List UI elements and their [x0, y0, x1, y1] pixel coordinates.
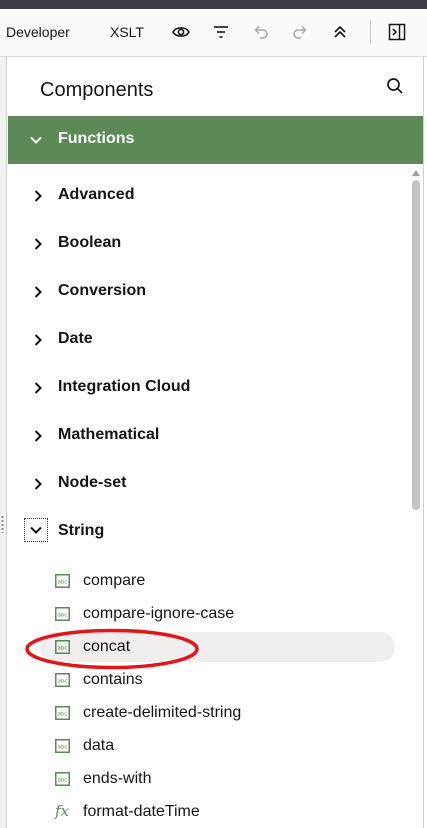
- tree-item-conversion[interactable]: Conversion: [8, 268, 408, 316]
- function-label: ends-with: [83, 770, 152, 787]
- panel-left-border: [6, 57, 7, 828]
- tree-item-integration-cloud[interactable]: Integration Cloud: [8, 364, 408, 412]
- tree-item-advanced[interactable]: Advanced: [8, 172, 408, 220]
- chevron-right-icon: [34, 382, 42, 394]
- chevron-right-icon: [34, 430, 42, 442]
- tree-item-label: Integration Cloud: [58, 378, 191, 395]
- svg-text:abc: abc: [58, 679, 68, 685]
- eye-icon[interactable]: [171, 22, 191, 42]
- window-top-strip: [0, 0, 427, 9]
- abc-icon: abc: [55, 673, 70, 687]
- abc-icon: abc: [55, 739, 70, 753]
- tree-item-boolean[interactable]: Boolean: [8, 220, 408, 268]
- functions-section-header[interactable]: Functions: [8, 116, 423, 164]
- function-label: contains: [83, 671, 143, 688]
- tree-item-label: Boolean: [58, 234, 122, 251]
- undo-icon[interactable]: [251, 22, 271, 42]
- tree-item-label: Date: [58, 330, 93, 347]
- scrollbar-thumb[interactable]: [412, 180, 420, 510]
- abc-icon: abc: [55, 706, 70, 720]
- function-item-create-delimited-string[interactable]: abc create-delimited-string: [40, 698, 395, 728]
- panel-toggle-icon[interactable]: [387, 22, 407, 42]
- function-item-compare-ignore-case[interactable]: abc compare-ignore-case: [40, 599, 395, 629]
- chevron-right-icon: [34, 238, 42, 250]
- tree-item-node-set[interactable]: Node-set: [8, 460, 408, 508]
- chevron-right-icon: [34, 478, 42, 490]
- tree-item-label: String: [58, 522, 105, 539]
- function-item-data[interactable]: abc data: [40, 731, 395, 761]
- function-item-ends-with[interactable]: abc ends-with: [40, 764, 395, 794]
- function-label: data: [83, 737, 115, 754]
- tree-item-string[interactable]: String: [8, 508, 408, 556]
- functions-section-label: Functions: [58, 130, 135, 147]
- svg-text:abc: abc: [58, 778, 68, 784]
- toolbar-separator: [370, 20, 371, 44]
- drag-handle-icon[interactable]: [1, 515, 4, 533]
- function-label: create-delimited-string: [83, 704, 242, 721]
- chevron-right-icon: [34, 286, 42, 298]
- tree-item-mathematical[interactable]: Mathematical: [8, 412, 408, 460]
- tree-item-label: Mathematical: [58, 426, 160, 443]
- collapse-all-icon[interactable]: [330, 22, 350, 42]
- svg-text:abc: abc: [58, 712, 68, 718]
- toolbar: Developer XSLT: [0, 9, 427, 57]
- fx-icon: fx: [55, 802, 70, 820]
- chevron-down-icon: [30, 136, 42, 144]
- svg-text:abc: abc: [58, 613, 68, 619]
- chevron-right-icon: [34, 190, 42, 202]
- search-icon[interactable]: [385, 76, 405, 96]
- tree-item-label: Conversion: [58, 282, 147, 299]
- svg-text:abc: abc: [58, 745, 68, 751]
- filter-icon[interactable]: [211, 22, 231, 42]
- tree-item-date[interactable]: Date: [8, 316, 408, 364]
- tree-item-label: Node-set: [58, 474, 127, 491]
- svg-text:abc: abc: [58, 580, 68, 586]
- function-label: format-dateTime: [83, 803, 200, 820]
- function-item-format-datetime[interactable]: fx format-dateTime: [40, 797, 395, 827]
- tree-item-label: Advanced: [58, 186, 135, 203]
- panel-title: Components: [40, 79, 154, 101]
- developer-mode-label[interactable]: Developer: [6, 24, 70, 40]
- function-label: compare-ignore-case: [83, 605, 235, 622]
- function-label: compare: [83, 572, 146, 589]
- abc-icon: abc: [55, 772, 70, 786]
- panel-right-border: [423, 57, 424, 828]
- function-item-compare[interactable]: abc compare: [40, 566, 395, 596]
- scroll-up-arrow-icon[interactable]: [412, 170, 420, 176]
- chevron-down-icon: [30, 526, 42, 534]
- abc-icon: abc: [55, 574, 70, 588]
- annotation-ellipse: [25, 628, 199, 670]
- redo-icon[interactable]: [290, 22, 310, 42]
- xslt-mode-label[interactable]: XSLT: [110, 24, 144, 40]
- chevron-right-icon: [34, 334, 42, 346]
- abc-icon: abc: [55, 607, 70, 621]
